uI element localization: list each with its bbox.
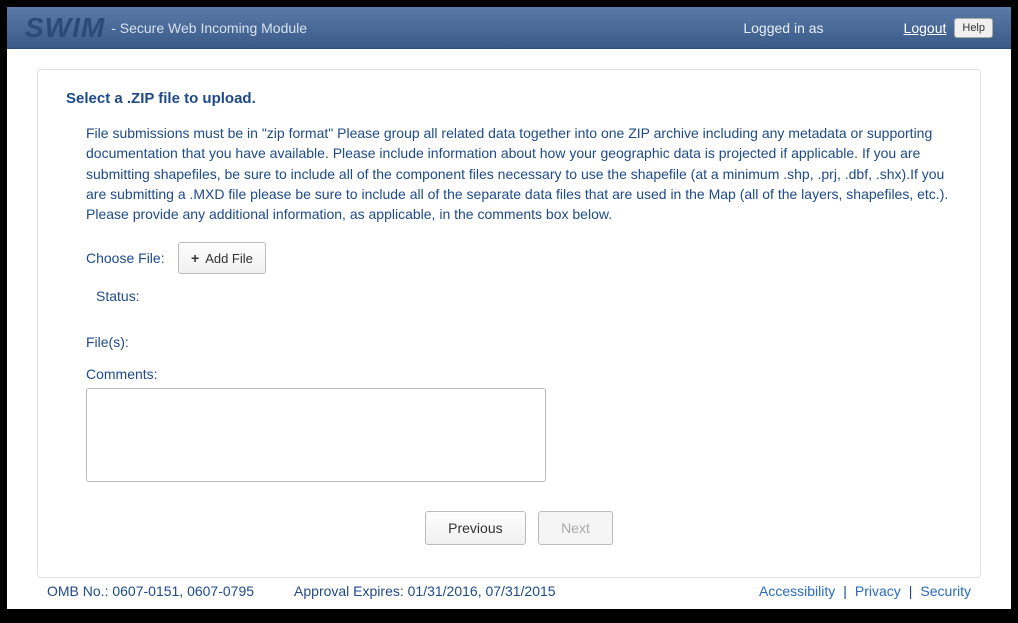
app-subtitle: - Secure Web Incoming Module (111, 20, 307, 36)
files-label: File(s): (86, 334, 952, 350)
security-link[interactable]: Security (920, 583, 971, 599)
footer-bar: OMB No.: 0607-0151, 0607-0795 Approval E… (7, 573, 1011, 609)
upload-card: Select a .ZIP file to upload. File submi… (37, 69, 981, 578)
page-title: Select a .ZIP file to upload. (66, 90, 952, 107)
add-file-button[interactable]: + Add File (178, 242, 266, 274)
help-button[interactable]: Help (954, 18, 993, 38)
next-button[interactable]: Next (538, 511, 613, 545)
instructions-text: File submissions must be in "zip format"… (86, 123, 952, 224)
approval-text: Approval Expires: 01/31/2016, 07/31/2015 (294, 583, 556, 599)
header-bar: SWIM - Secure Web Incoming Module Logged… (7, 7, 1011, 49)
previous-button[interactable]: Previous (425, 511, 525, 545)
privacy-link[interactable]: Privacy (855, 583, 901, 599)
choose-file-row: Choose File: + Add File (86, 242, 952, 274)
status-row: Status: (96, 288, 952, 304)
app-logo: SWIM (25, 12, 105, 44)
comments-textarea[interactable] (86, 388, 546, 482)
nav-button-row: Previous Next (86, 511, 952, 545)
logout-link[interactable]: Logout (904, 20, 947, 36)
omb-text: OMB No.: 0607-0151, 0607-0795 (47, 583, 254, 599)
form-section: Choose File: + Add File Status: File(s):… (86, 242, 952, 545)
add-file-label: Add File (205, 251, 253, 266)
plus-icon: + (191, 250, 199, 266)
accessibility-link[interactable]: Accessibility (759, 583, 835, 599)
logged-in-label: Logged in as (743, 20, 823, 36)
status-label: Status: (96, 288, 140, 304)
comments-label: Comments: (86, 366, 952, 382)
choose-file-label: Choose File: (86, 250, 178, 266)
app-frame: SWIM - Secure Web Incoming Module Logged… (7, 7, 1011, 609)
